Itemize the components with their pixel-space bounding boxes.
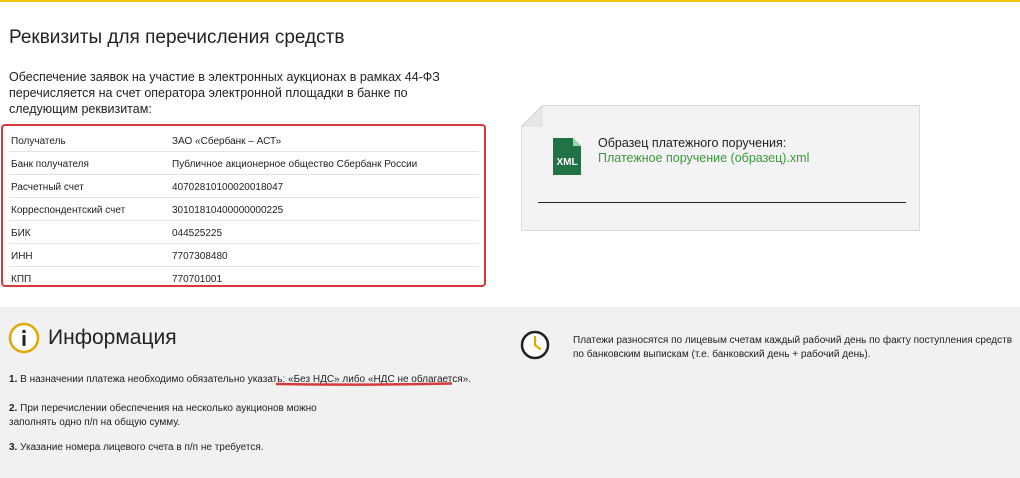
details-label: Корреспондентский счет (11, 205, 126, 216)
page-title: Реквизиты для перечисления средств (9, 27, 345, 48)
details-label: Банк получателя (11, 159, 89, 170)
details-row-inn: ИНН 7707308480 (9, 244, 479, 267)
details-row-corr-account: Корреспондентский счет 30101810400000000… (9, 198, 479, 221)
details-row-bik: БИК 044525225 (9, 221, 479, 244)
top-accent-line (0, 0, 1020, 2)
info-item-number: 3. (9, 442, 18, 453)
highlight-underline (275, 382, 453, 386)
details-label: Получатель (11, 136, 66, 147)
details-row-bank: Банк получателя Публичное акционерное об… (9, 152, 479, 175)
details-value: 40702810100020018047 (172, 182, 284, 193)
details-value: 7707308480 (172, 251, 228, 262)
schedule-text: Платежи разносятся по лицевым счетам каж… (573, 335, 1013, 360)
card-fold-corner (521, 105, 543, 127)
info-section: Информация 1. В назначении платежа необх… (0, 307, 1020, 478)
xml-file-icon[interactable]: XML (553, 138, 581, 175)
sample-divider (538, 202, 906, 203)
details-row-kpp: КПП 770701001 (9, 267, 479, 290)
details-label: КПП (11, 274, 32, 285)
info-icon (8, 322, 40, 354)
info-item-text: Указание номера лицевого счета в п/п не … (20, 442, 264, 453)
details-label: БИК (11, 228, 31, 239)
bank-details-table: Получатель ЗАО «Сбербанк – АСТ» Банк пол… (1, 124, 486, 287)
sample-payment-card: XML Образец платежного поручения: Платеж… (521, 105, 920, 231)
details-label: Расчетный счет (11, 182, 84, 193)
sample-label: Образец платежного поручения: (598, 136, 787, 150)
info-title: Информация (48, 326, 177, 349)
info-item-number: 2. (9, 403, 18, 414)
sample-download-link[interactable]: Платежное поручение (образец).xml (598, 151, 809, 165)
details-value: Публичное акционерное общество Сбербанк … (172, 159, 418, 170)
info-item-3: 3. Указание номера лицевого счета в п/п … (9, 441, 349, 455)
details-value: 770701001 (172, 274, 223, 285)
details-label: ИНН (11, 251, 33, 262)
details-value: ЗАО «Сбербанк – АСТ» (172, 136, 282, 147)
details-row-account: Расчетный счет 40702810100020018047 (9, 175, 479, 198)
details-row-recipient: Получатель ЗАО «Сбербанк – АСТ» (9, 129, 479, 152)
xml-icon-label: XML (556, 157, 577, 168)
details-value: 044525225 (172, 228, 223, 239)
details-value: 30101810400000000225 (172, 205, 284, 216)
info-item-text: При перечислении обеспечения на нескольк… (9, 403, 317, 428)
info-item-number: 1. (9, 374, 18, 385)
clock-icon (520, 330, 550, 360)
info-item-text: В назначении платежа необходимо обязател… (20, 374, 289, 385)
info-item-2: 2. При перечислении обеспечения на неско… (9, 402, 349, 430)
intro-text: Обеспечение заявок на участие в электрон… (9, 70, 440, 116)
